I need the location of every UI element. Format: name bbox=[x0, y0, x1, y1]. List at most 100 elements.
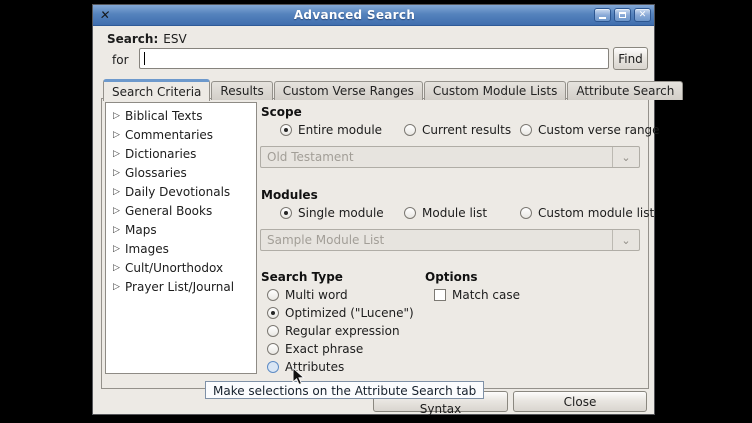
radio-exact-phrase[interactable]: Exact phrase bbox=[267, 342, 363, 356]
tree-item-label: Daily Devotionals bbox=[125, 185, 230, 199]
chevron-down-icon: ⌄ bbox=[612, 147, 639, 167]
search-input[interactable] bbox=[139, 48, 609, 69]
radio-optimized-lucene[interactable]: Optimized ("Lucene") bbox=[267, 306, 414, 320]
expander-icon[interactable]: ▷ bbox=[113, 168, 125, 178]
expander-icon[interactable]: ▷ bbox=[113, 187, 125, 197]
radio-multi-word[interactable]: Multi word bbox=[267, 288, 348, 302]
search-type-title: Search Type bbox=[261, 270, 343, 284]
window-title: Advanced Search bbox=[118, 8, 591, 22]
mouse-cursor bbox=[292, 367, 305, 386]
radio-icon bbox=[520, 207, 532, 219]
checkbox-icon bbox=[434, 289, 446, 301]
tree-item-label: Commentaries bbox=[125, 128, 213, 142]
tab-results[interactable]: Results bbox=[211, 81, 272, 100]
advanced-search-dialog: ✕ Advanced Search ✕ Search:ESV for Find … bbox=[92, 4, 655, 415]
expander-icon[interactable]: ▷ bbox=[113, 225, 125, 235]
radio-custom-module-list[interactable]: Custom module list bbox=[520, 206, 654, 220]
radio-label: Custom module list bbox=[538, 206, 654, 220]
search-module-line: Search: ESV bbox=[107, 32, 187, 46]
tree-item-daily-devotionals[interactable]: ▷Daily Devotionals bbox=[106, 182, 256, 201]
radio-scope-custom-verse-range[interactable]: Custom verse range bbox=[520, 123, 660, 137]
close-button[interactable]: Close bbox=[513, 391, 647, 412]
match-case-checkbox[interactable]: Match case bbox=[434, 288, 520, 302]
tree-item-label: Maps bbox=[125, 223, 157, 237]
tree-item-cult-unorthodox[interactable]: ▷Cult/Unorthodox bbox=[106, 258, 256, 277]
radio-attributes[interactable]: Attributes bbox=[267, 360, 344, 374]
radio-label: Single module bbox=[298, 206, 384, 220]
radio-icon bbox=[280, 124, 292, 136]
app-icon: ✕ bbox=[95, 5, 120, 25]
dropdown-value: Old Testament bbox=[261, 150, 612, 164]
minimize-button[interactable] bbox=[594, 8, 611, 22]
expander-icon[interactable]: ▷ bbox=[113, 282, 125, 292]
tab-attribute-search[interactable]: Attribute Search bbox=[567, 81, 683, 100]
titlebar[interactable]: ✕ Advanced Search ✕ bbox=[93, 5, 654, 26]
expander-icon[interactable]: ▷ bbox=[113, 263, 125, 273]
radio-label: Current results bbox=[422, 123, 511, 137]
maximize-button[interactable] bbox=[614, 8, 631, 22]
tab-custom-module-lists[interactable]: Custom Module Lists bbox=[424, 81, 566, 100]
tree-item-label: Prayer List/Journal bbox=[125, 280, 234, 294]
tree-item-label: Cult/Unorthodox bbox=[125, 261, 223, 275]
checkbox-label: Match case bbox=[452, 288, 520, 302]
radio-label: Optimized ("Lucene") bbox=[285, 306, 414, 320]
module-list-dropdown: Sample Module List ⌄ bbox=[260, 229, 640, 251]
radio-label: Entire module bbox=[298, 123, 382, 137]
tab-search-criteria[interactable]: Search Criteria bbox=[103, 79, 210, 101]
radio-scope-current-results[interactable]: Current results bbox=[404, 123, 511, 137]
scope-range-dropdown: Old Testament ⌄ bbox=[260, 146, 640, 168]
tree-item-label: Images bbox=[125, 242, 169, 256]
radio-regular-expression[interactable]: Regular expression bbox=[267, 324, 400, 338]
expander-icon[interactable]: ▷ bbox=[113, 149, 125, 159]
search-label: Search: bbox=[107, 32, 158, 46]
tooltip: Make selections on the Attribute Search … bbox=[205, 381, 484, 399]
tree-item-prayer-list-journal[interactable]: ▷Prayer List/Journal bbox=[106, 277, 256, 296]
text-caret bbox=[144, 52, 145, 65]
minimize-icon bbox=[599, 17, 606, 19]
tree-item-label: General Books bbox=[125, 204, 212, 218]
tree-item-general-books[interactable]: ▷General Books bbox=[106, 201, 256, 220]
options-title: Options bbox=[425, 270, 478, 284]
radio-icon bbox=[267, 289, 279, 301]
radio-label: Module list bbox=[422, 206, 487, 220]
tab-custom-verse-ranges[interactable]: Custom Verse Ranges bbox=[274, 81, 423, 100]
expander-icon[interactable]: ▷ bbox=[113, 206, 125, 216]
tree-item-label: Biblical Texts bbox=[125, 109, 202, 123]
radio-single-module[interactable]: Single module bbox=[280, 206, 384, 220]
tree-item-label: Dictionaries bbox=[125, 147, 196, 161]
tree-item-biblical-texts[interactable]: ▷Biblical Texts bbox=[106, 106, 256, 125]
radio-scope-entire-module[interactable]: Entire module bbox=[280, 123, 382, 137]
tab-bar: Search Criteria Results Custom Verse Ran… bbox=[103, 79, 684, 100]
radio-label: Exact phrase bbox=[285, 342, 363, 356]
maximize-icon bbox=[619, 12, 626, 18]
radio-icon bbox=[267, 343, 279, 355]
tree-item-dictionaries[interactable]: ▷Dictionaries bbox=[106, 144, 256, 163]
radio-icon bbox=[267, 307, 279, 319]
tree-item-glossaries[interactable]: ▷Glossaries bbox=[106, 163, 256, 182]
expander-icon[interactable]: ▷ bbox=[113, 111, 125, 121]
radio-module-list[interactable]: Module list bbox=[404, 206, 487, 220]
tree-item-images[interactable]: ▷Images bbox=[106, 239, 256, 258]
expander-icon[interactable]: ▷ bbox=[113, 244, 125, 254]
tree-item-commentaries[interactable]: ▷Commentaries bbox=[106, 125, 256, 144]
scope-title: Scope bbox=[261, 105, 302, 119]
chevron-down-icon: ⌄ bbox=[612, 230, 639, 250]
search-criteria-panel: ▷Biblical Texts ▷Commentaries ▷Dictionar… bbox=[101, 98, 649, 389]
for-label: for bbox=[112, 53, 129, 67]
tree-item-maps[interactable]: ▷Maps bbox=[106, 220, 256, 239]
radio-icon bbox=[404, 124, 416, 136]
close-icon: ✕ bbox=[639, 11, 647, 20]
radio-label: Regular expression bbox=[285, 324, 400, 338]
modules-title: Modules bbox=[261, 188, 318, 202]
search-module-name: ESV bbox=[163, 32, 186, 46]
dropdown-value: Sample Module List bbox=[261, 233, 612, 247]
expander-icon[interactable]: ▷ bbox=[113, 130, 125, 140]
radio-label: Custom verse range bbox=[538, 123, 660, 137]
find-button[interactable]: Find bbox=[613, 47, 648, 70]
screen: { "window": { "title": "Advanced Search"… bbox=[0, 0, 752, 423]
radio-icon bbox=[520, 124, 532, 136]
close-window-button[interactable]: ✕ bbox=[634, 8, 651, 22]
radio-label: Multi word bbox=[285, 288, 348, 302]
tree-item-label: Glossaries bbox=[125, 166, 187, 180]
radio-icon bbox=[280, 207, 292, 219]
